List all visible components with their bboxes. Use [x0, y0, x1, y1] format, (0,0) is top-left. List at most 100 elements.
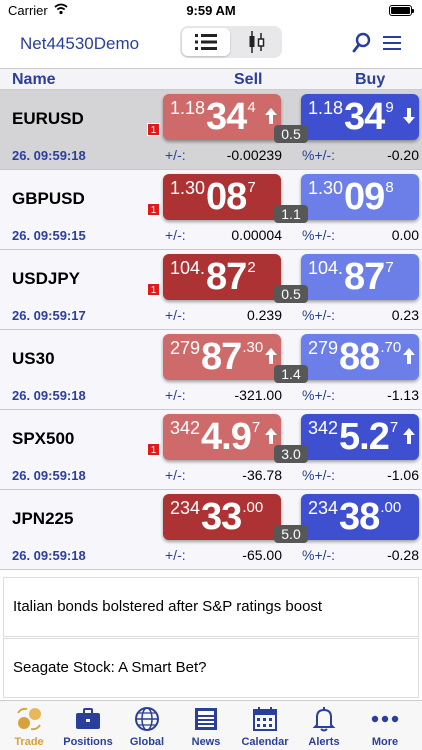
buy-price-suffix: 7 — [389, 419, 399, 436]
quote-time: 26. 09:59:17 — [12, 308, 86, 323]
percent-change-value: -1.13 — [387, 387, 419, 403]
hamburger-menu-icon[interactable] — [383, 35, 401, 51]
buy-price-button[interactable]: 279 88 .70 — [301, 334, 419, 380]
buy-price-suffix: 9 — [385, 99, 394, 116]
symbol-label: US30 — [12, 349, 55, 368]
change-value: -65.00 — [242, 547, 282, 563]
sell-column-header: Sell — [234, 71, 263, 88]
buy-price-suffix: .00 — [380, 499, 402, 516]
news-headline: Italian bonds bolstered after S&P rating… — [13, 598, 323, 615]
percent-change-label: %+/-: — [302, 147, 336, 163]
quote-row[interactable]: US30 26. 09:59:18 279 87 .30 279 88 .70 … — [0, 330, 422, 410]
sell-price-button[interactable]: 234 33 .00 — [163, 494, 281, 540]
buy-price-button[interactable]: 104. 87 7 — [301, 254, 419, 300]
buy-price-prefix: 234 — [308, 498, 339, 518]
tab-trade[interactable]: Trade — [0, 701, 58, 750]
buy-price-prefix: 1.30 — [308, 178, 344, 198]
tab-label: More — [371, 736, 399, 748]
sell-price-suffix: 2 — [247, 259, 256, 276]
buy-price-button[interactable]: 1.18 34 9 — [301, 94, 419, 140]
buy-price-button[interactable]: 1.30 09 8 — [301, 174, 419, 220]
buy-price-suffix: 7 — [385, 259, 394, 276]
buy-price-button[interactable]: 342 5.2 7 — [301, 414, 419, 460]
tab-label: Global — [129, 736, 165, 748]
buy-price-suffix: .70 — [380, 339, 402, 356]
buy-price-prefix: 279 — [308, 338, 339, 358]
quote-row[interactable]: GBPUSD 26. 09:59:15 1 1.30 08 7 1.30 09 … — [0, 170, 422, 250]
spread-value: 3.0 — [274, 445, 308, 463]
change-value: -0.00239 — [226, 147, 282, 163]
buy-price-main: 88 — [339, 336, 380, 378]
change-label: +/-: — [165, 467, 186, 483]
sell-price-suffix: 7 — [251, 419, 261, 436]
chart-view-option[interactable] — [232, 28, 280, 56]
change-label: +/-: — [165, 227, 186, 243]
sell-price-suffix: .30 — [242, 339, 264, 356]
percent-change-value: 0.23 — [391, 307, 419, 323]
quote-row[interactable]: USDJPY 26. 09:59:17 1 104. 87 2 104. 87 … — [0, 250, 422, 330]
sell-price-button[interactable]: 342 4.9 7 — [163, 414, 281, 460]
news-item[interactable]: Seagate Stock: A Smart Bet? — [3, 638, 419, 698]
percent-change-label: %+/-: — [302, 547, 336, 563]
spread-value: 0.5 — [274, 125, 308, 143]
buy-price-prefix: 1.18 — [308, 98, 344, 118]
account-title[interactable]: Net44530Demo — [20, 34, 139, 54]
tab-global[interactable]: Global — [118, 701, 176, 750]
tab-calendar[interactable]: Calendar — [236, 701, 294, 750]
tab-positions[interactable]: Positions — [59, 701, 117, 750]
calendar-icon — [253, 707, 277, 731]
order-count-badge: 1 — [147, 203, 160, 216]
buy-price-suffix: 8 — [385, 179, 394, 196]
tab-label: Trade — [14, 736, 44, 748]
symbol-label: JPN225 — [12, 509, 74, 528]
list-icon — [195, 34, 217, 50]
quote-column-header: Name Sell Buy — [0, 68, 422, 90]
news-item[interactable]: Italian bonds bolstered after S&P rating… — [3, 577, 419, 637]
tab-more[interactable]: More — [356, 701, 414, 750]
quote-time: 26. 09:59:18 — [12, 548, 86, 563]
sell-price-suffix: 7 — [247, 179, 256, 196]
sell-price-button[interactable]: 279 87 .30 — [163, 334, 281, 380]
sell-price-button[interactable]: 1.18 34 4 — [163, 94, 281, 140]
tab-label: Alerts — [308, 736, 340, 748]
tab-news[interactable]: News — [177, 701, 235, 750]
bell-icon — [312, 707, 336, 732]
sell-price-suffix: 4 — [247, 99, 256, 116]
change-value: 0.239 — [246, 307, 282, 323]
sell-direction-arrow-icon — [265, 108, 277, 124]
search-icon[interactable] — [352, 32, 372, 54]
quote-time: 26. 09:59:15 — [12, 228, 86, 243]
tab-label: News — [191, 736, 221, 748]
buy-price-prefix: 342 — [308, 418, 339, 438]
list-view-option[interactable] — [182, 28, 230, 56]
clock: 9:59 AM — [186, 3, 236, 18]
percent-change-label: %+/-: — [302, 387, 336, 403]
quote-row[interactable]: SPX500 26. 09:59:18 1 342 4.9 7 342 5.2 … — [0, 410, 422, 490]
symbol-label: EURUSD — [12, 109, 84, 128]
spread-value: 1.1 — [274, 205, 308, 223]
spread-value: 0.5 — [274, 285, 308, 303]
sell-price-main: 87 — [201, 336, 242, 378]
percent-change-label: %+/-: — [302, 467, 336, 483]
buy-direction-arrow-icon — [403, 348, 415, 364]
order-count-badge: 1 — [147, 443, 160, 456]
sell-price-button[interactable]: 104. 87 2 — [163, 254, 281, 300]
tab-alerts[interactable]: Alerts — [295, 701, 353, 750]
change-label: +/-: — [165, 147, 186, 163]
quote-row[interactable]: JPN225 26. 09:59:18 234 33 .00 234 38 .0… — [0, 490, 422, 570]
briefcase-icon — [76, 708, 100, 729]
buy-price-button[interactable]: 234 38 .00 — [301, 494, 419, 540]
buy-price-main: 34 — [344, 96, 385, 138]
sell-price-button[interactable]: 1.30 08 7 — [163, 174, 281, 220]
sell-price-main: 4.9 — [201, 416, 252, 458]
percent-change-label: %+/-: — [302, 307, 336, 323]
quote-row[interactable]: EURUSD 26. 09:59:18 1 1.18 34 4 1.18 34 … — [0, 90, 422, 170]
sell-price-prefix: 1.30 — [170, 178, 206, 198]
trade-icon — [17, 707, 41, 731]
change-label: +/-: — [165, 547, 186, 563]
news-headline: Seagate Stock: A Smart Bet? — [13, 659, 207, 676]
symbol-label: SPX500 — [12, 429, 75, 448]
sell-direction-arrow-icon — [265, 428, 277, 444]
more-icon — [371, 715, 399, 723]
quote-time: 26. 09:59:18 — [12, 148, 86, 163]
